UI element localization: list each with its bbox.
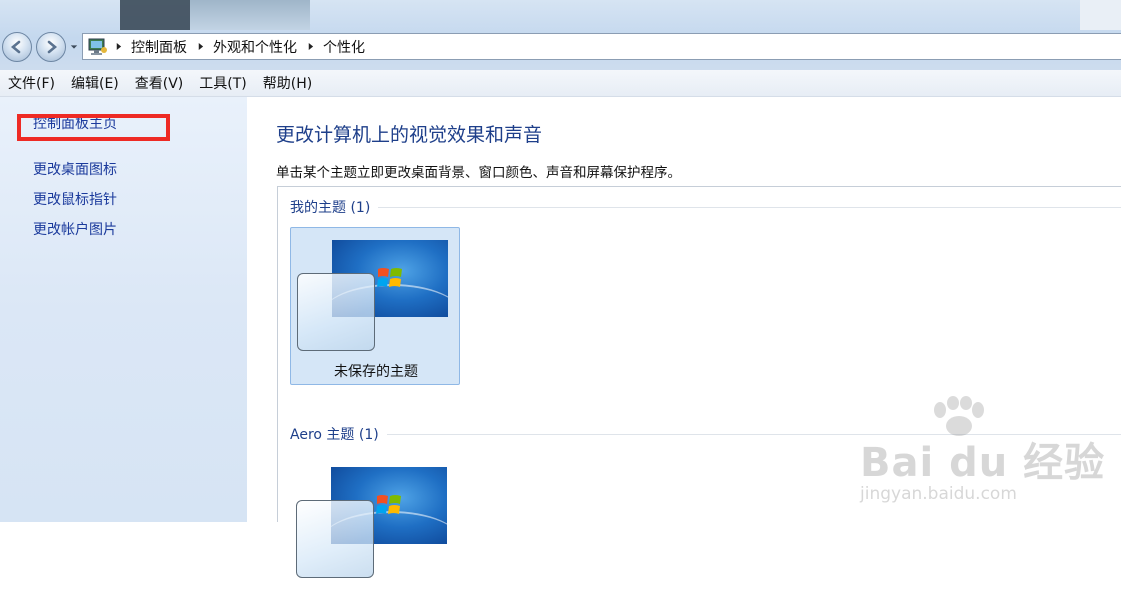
title-glass-right [1080, 0, 1121, 30]
sidebar: 控制面板主页 更改桌面图标 更改鼠标指针 更改帐户图片 [0, 97, 247, 522]
sidebar-item-desktop-icons[interactable]: 更改桌面图标 [33, 159, 117, 179]
sidebar-item-account-picture[interactable]: 更改帐户图片 [33, 219, 117, 239]
arrow-right-icon [47, 40, 58, 54]
watermark-url: jingyan.baidu.com [860, 484, 1017, 504]
sidebar-item-mouse-pointers[interactable]: 更改鼠标指针 [33, 189, 117, 209]
windows-logo-icon [377, 268, 402, 287]
back-button[interactable] [2, 32, 32, 62]
page-title: 更改计算机上的视觉效果和声音 [276, 124, 543, 146]
breadcrumb-arrow-icon[interactable] [111, 40, 125, 54]
menu-file[interactable]: 文件(F) [0, 73, 63, 93]
breadcrumb-arrow-icon[interactable] [303, 40, 317, 54]
control-panel-icon [88, 38, 107, 55]
menu-help[interactable]: 帮助(H) [255, 73, 320, 93]
theme-name: 未保存的主题 [334, 364, 418, 380]
group-header-my-themes: 我的主题 (1) [290, 197, 1121, 217]
forward-button[interactable] [36, 32, 66, 62]
title-glass-shadow [120, 0, 190, 30]
arrow-left-icon [10, 40, 21, 54]
theme-window-color-preview [296, 500, 374, 578]
windows-logo-icon [376, 495, 401, 514]
breadcrumb-personalization[interactable]: 个性化 [320, 37, 368, 57]
theme-tile-aero[interactable] [290, 455, 460, 613]
red-annotation-box [17, 114, 170, 141]
chevron-down-icon [70, 45, 78, 49]
group-divider [378, 206, 1121, 208]
breadcrumb-arrow-icon[interactable] [193, 40, 207, 54]
breadcrumb-appearance[interactable]: 外观和个性化 [210, 37, 300, 57]
window-title-area: 控制面板 外观和个性化 个性化 [0, 0, 1121, 70]
page-subtitle: 单击某个主题立即更改桌面背景、窗口颜色、声音和屏幕保护程序。 [276, 165, 681, 181]
menu-view[interactable]: 查看(V) [127, 73, 192, 93]
address-bar[interactable]: 控制面板 外观和个性化 个性化 [82, 33, 1121, 60]
history-dropdown-button[interactable] [69, 42, 79, 52]
watermark-brand: Bai du 经验 [860, 440, 1106, 486]
group-label: 我的主题 (1) [290, 200, 371, 216]
menu-tools[interactable]: 工具(T) [191, 73, 254, 93]
menu-edit[interactable]: 编辑(E) [63, 73, 127, 93]
baidu-jingyan-watermark: Bai du 经验 jingyan.baidu.com [858, 396, 1104, 516]
breadcrumb-control-panel[interactable]: 控制面板 [128, 37, 190, 57]
group-label: Aero 主题 (1) [290, 427, 379, 443]
theme-window-color-preview [297, 273, 375, 351]
title-glass-highlight [190, 0, 310, 30]
menu-bar: 文件(F) 编辑(E) 查看(V) 工具(T) 帮助(H) [0, 70, 1121, 97]
theme-tile-unsaved[interactable]: 未保存的主题 [290, 227, 460, 385]
